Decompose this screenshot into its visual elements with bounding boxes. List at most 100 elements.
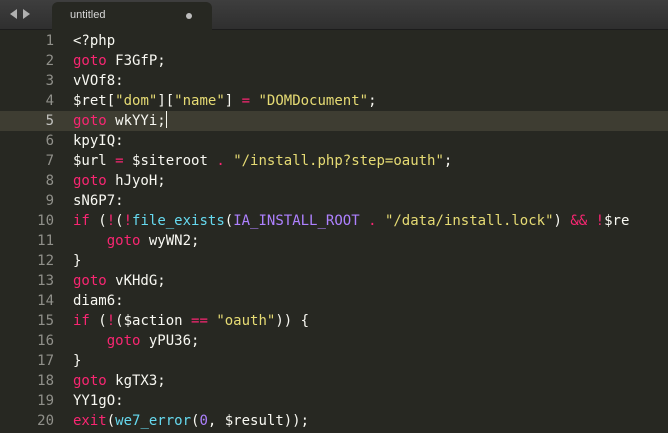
code-line[interactable]: 17} xyxy=(0,351,668,371)
code-line[interactable]: 12} xyxy=(0,251,668,271)
code-token: if xyxy=(73,213,90,229)
code-text: sN6P7: xyxy=(73,191,124,211)
code-line[interactable]: 19 YY1gO: xyxy=(0,391,668,411)
line-number: 2 xyxy=(45,53,54,69)
code-text: diam6: xyxy=(73,291,124,311)
line-number: 7 xyxy=(45,153,54,169)
code-text: goto wkYYi; xyxy=(73,111,167,131)
code-token: ( xyxy=(89,313,107,329)
line-number: 19 xyxy=(37,393,54,409)
code-text: YY1gO: xyxy=(73,391,124,411)
code-token: ! xyxy=(106,213,116,229)
tab-bar: untitled xyxy=(0,0,668,30)
right-arrow-icon[interactable] xyxy=(23,9,30,19)
code-line[interactable]: 7 $url = $siteroot . "/install.php?step=o… xyxy=(0,151,668,171)
tab-untitled[interactable]: untitled xyxy=(52,2,212,30)
line-number: 18 xyxy=(37,373,54,389)
line-number: 15 xyxy=(37,313,54,329)
code-token: = xyxy=(241,93,251,109)
code-token: hJyoH; xyxy=(106,173,166,189)
code-line[interactable]: 16 goto yPU36; xyxy=(0,331,668,351)
code-token: ( xyxy=(106,413,116,429)
tab-navigation xyxy=(10,6,30,22)
code-text: } xyxy=(73,251,81,271)
code-line[interactable]: 10 if (!(!file_exists(IA_INSTALL_ROOT . "… xyxy=(0,211,668,231)
code-token: $re xyxy=(604,213,630,229)
code-token: } xyxy=(73,353,82,369)
code-line[interactable]: 1 <?php xyxy=(0,31,668,51)
code-token: kpyIQ: xyxy=(73,133,124,149)
code-token: ! xyxy=(106,313,116,329)
code-token: wkYYi; xyxy=(106,113,166,129)
unsaved-dot-icon[interactable] xyxy=(186,13,192,19)
code-text: exit(we7_error(0, $result)); xyxy=(73,411,309,431)
code-token: goto xyxy=(73,273,107,289)
code-text: $url = $siteroot . "/install.php?step=oa… xyxy=(73,151,452,171)
line-number: 20 xyxy=(37,413,54,429)
code-line[interactable]: 9 sN6P7: xyxy=(0,191,668,211)
code-token: 0 xyxy=(199,413,208,429)
code-token: )) { xyxy=(275,313,310,329)
line-number: 4 xyxy=(45,93,54,109)
code-line[interactable]: 4 $ret["dom"]["name"] = "DOMDocument"; xyxy=(0,91,668,111)
code-token: yPU36; xyxy=(140,333,200,349)
code-text: } xyxy=(73,351,81,371)
line-number: 1 xyxy=(45,33,54,49)
code-token: $siteroot xyxy=(123,153,217,169)
code-token: kgTX3; xyxy=(106,373,166,389)
line-number: 10 xyxy=(37,213,54,229)
line-number: 12 xyxy=(37,253,54,269)
code-token: "oauth" xyxy=(216,313,276,329)
code-token: vKHdG; xyxy=(106,273,166,289)
code-token: . xyxy=(368,213,377,229)
code-editor[interactable]: 1 <?php 2 goto F3GfP; 3 vVOf8: 4 $ret["dom"]["n… xyxy=(0,30,668,433)
code-line[interactable]: 11 goto wyWN2; xyxy=(0,231,668,251)
code-token: ( xyxy=(224,213,234,229)
code-token: goto xyxy=(73,113,107,129)
code-line[interactable]: 5 goto wkYYi; xyxy=(0,111,668,131)
code-line[interactable]: 13 goto vKHdG; xyxy=(0,271,668,291)
code-line[interactable]: 3 vVOf8: xyxy=(0,71,668,91)
code-token: wyWN2; xyxy=(140,233,200,249)
code-token: ][ xyxy=(157,93,175,109)
code-text: goto wyWN2; xyxy=(73,231,200,251)
code-line[interactable]: 15 if (!($action == "oauth")) { xyxy=(0,311,668,331)
code-token: goto xyxy=(73,173,107,189)
editor-window: untitled 1 <?php 2 goto F3GfP; 3 vVOf8: 4 $ret[… xyxy=(0,0,668,433)
code-token: goto xyxy=(73,373,107,389)
line-number: 17 xyxy=(37,353,54,369)
code-line[interactable]: 20 exit(we7_error(0, $result)); xyxy=(0,411,668,431)
code-text: goto yPU36; xyxy=(73,331,200,351)
code-token: vVOf8: xyxy=(73,73,124,89)
line-number: 9 xyxy=(45,193,54,209)
code-token: "name" xyxy=(174,93,225,109)
code-token: ; xyxy=(443,153,453,169)
code-token: if xyxy=(73,313,90,329)
code-token: "dom" xyxy=(115,93,158,109)
code-line[interactable]: 6 kpyIQ: xyxy=(0,131,668,151)
code-text: kpyIQ: xyxy=(73,131,124,151)
code-text: goto vKHdG; xyxy=(73,271,166,291)
code-token: exit xyxy=(73,413,107,429)
line-number: 11 xyxy=(37,233,54,249)
line-number: 5 xyxy=(45,113,54,129)
code-token: goto xyxy=(106,333,141,349)
code-token: $url xyxy=(73,153,116,169)
code-token: we7_error xyxy=(115,413,192,429)
code-line[interactable]: 8 goto hJyoH; xyxy=(0,171,668,191)
code-line[interactable]: 18 goto kgTX3; xyxy=(0,371,668,391)
code-line[interactable]: 2 goto F3GfP; xyxy=(0,51,668,71)
code-token: ; xyxy=(368,93,377,109)
code-token: ( xyxy=(115,213,124,229)
left-arrow-icon[interactable] xyxy=(10,9,17,19)
code-token: == xyxy=(191,313,208,329)
code-line[interactable]: 14 diam6: xyxy=(0,291,668,311)
line-number: 16 xyxy=(37,333,54,349)
code-text: goto F3GfP; xyxy=(73,51,166,71)
code-token: ($action xyxy=(115,313,192,329)
code-text: vVOf8: xyxy=(73,71,124,91)
line-number: 13 xyxy=(37,273,54,289)
